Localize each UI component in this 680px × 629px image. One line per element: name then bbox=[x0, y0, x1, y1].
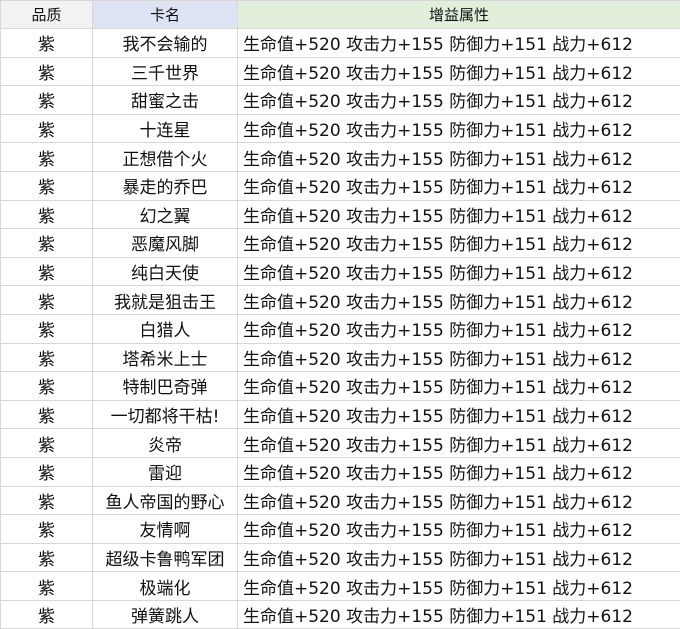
bonus-attributes-cell: 生命值+520 攻击力+155 防御力+151 战力+612 bbox=[237, 571, 680, 601]
card-name-cell: 十连星 bbox=[92, 113, 238, 144]
bonus-attributes-cell: 生命值+520 攻击力+155 防御力+151 战力+612 bbox=[237, 313, 680, 344]
quality-cell: 紫 bbox=[0, 485, 93, 516]
table-row: 紫正想借个火 生命值+520 攻击力+155 防御力+151 战力+612 bbox=[0, 142, 680, 172]
quality-cell: 紫 bbox=[0, 85, 93, 115]
bonus-attributes-cell: 生命值+520 攻击力+155 防御力+151 战力+612 bbox=[237, 28, 680, 58]
card-name-cell: 幻之翼 bbox=[92, 199, 238, 230]
bonus-attributes-cell: 生命值+520 攻击力+155 防御力+151 战力+612 bbox=[237, 399, 680, 430]
bonus-attributes-cell: 生命值+520 攻击力+155 防御力+151 战力+612 bbox=[237, 170, 680, 201]
table-row: 紫炎帝 生命值+520 攻击力+155 防御力+151 战力+612 bbox=[0, 428, 680, 458]
card-name-cell: 恶魔风脚 bbox=[92, 228, 238, 258]
quality-cell: 紫 bbox=[0, 142, 93, 172]
bonus-attributes-cell: 生命值+520 攻击力+155 防御力+151 战力+612 bbox=[237, 199, 680, 230]
card-name-cell: 甜蜜之击 bbox=[92, 85, 238, 115]
quality-cell: 紫 bbox=[0, 313, 93, 344]
table-row: 紫塔希米上士 生命值+520 攻击力+155 防御力+151 战力+612 bbox=[0, 342, 680, 373]
table-row: 紫纯白天使 生命值+520 攻击力+155 防御力+151 战力+612 bbox=[0, 256, 680, 287]
bonus-attributes-cell: 生命值+520 攻击力+155 防御力+151 战力+612 bbox=[237, 256, 680, 287]
quality-cell: 紫 bbox=[0, 514, 93, 544]
bonus-attributes-cell: 生命值+520 攻击力+155 防御力+151 战力+612 bbox=[237, 142, 680, 172]
table-row: 紫雷迎 生命值+520 攻击力+155 防御力+151 战力+612 bbox=[0, 456, 680, 487]
card-name-cell: 塔希米上士 bbox=[92, 342, 238, 373]
card-name-cell: 暴走的乔巴 bbox=[92, 170, 238, 201]
table-row: 紫一切都将干枯! 生命值+520 攻击力+155 防御力+151 战力+612 bbox=[0, 399, 680, 430]
quality-cell: 紫 bbox=[0, 28, 93, 58]
quality-cell: 紫 bbox=[0, 56, 93, 87]
header-bonus-attributes: 增益属性 bbox=[237, 0, 680, 29]
quality-cell: 紫 bbox=[0, 256, 93, 287]
bonus-attributes-cell: 生命值+520 攻击力+155 防御力+151 战力+612 bbox=[237, 428, 680, 458]
bonus-attributes-cell: 生命值+520 攻击力+155 防御力+151 战力+612 bbox=[237, 542, 680, 573]
bonus-attributes-cell: 生命值+520 攻击力+155 防御力+151 战力+612 bbox=[237, 285, 680, 315]
bonus-attributes-cell: 生命值+520 攻击力+155 防御力+151 战力+612 bbox=[237, 371, 680, 401]
table-row: 紫鱼人帝国的野心 生命值+520 攻击力+155 防御力+151 战力+612 bbox=[0, 485, 680, 516]
card-name-cell: 我不会输的 bbox=[92, 28, 238, 58]
bonus-attributes-cell: 生命值+520 攻击力+155 防御力+151 战力+612 bbox=[237, 56, 680, 87]
bonus-attributes-cell: 生命值+520 攻击力+155 防御力+151 战力+612 bbox=[237, 228, 680, 258]
table-row: 紫友情啊 生命值+520 攻击力+155 防御力+151 战力+612 bbox=[0, 514, 680, 544]
table-row: 紫白猎人 生命值+520 攻击力+155 防御力+151 战力+612 bbox=[0, 313, 680, 344]
table-row: 紫三千世界 生命值+520 攻击力+155 防御力+151 战力+612 bbox=[0, 56, 680, 87]
table-row: 紫特制巴奇弹 生命值+520 攻击力+155 防御力+151 战力+612 bbox=[0, 371, 680, 401]
card-name-cell: 炎帝 bbox=[92, 428, 238, 458]
quality-cell: 紫 bbox=[0, 456, 93, 487]
quality-cell: 紫 bbox=[0, 285, 93, 315]
card-name-cell: 一切都将干枯! bbox=[92, 399, 238, 430]
table-body: 紫我不会输的 生命值+520 攻击力+155 防御力+151 战力+612 紫三千世… bbox=[0, 28, 680, 629]
quality-cell: 紫 bbox=[0, 599, 93, 629]
card-name-cell: 正想借个火 bbox=[92, 142, 238, 172]
card-name-cell: 鱼人帝国的野心 bbox=[92, 485, 238, 516]
card-name-cell: 我就是狙击王 bbox=[92, 285, 238, 315]
card-name-cell: 纯白天使 bbox=[92, 256, 238, 287]
quality-cell: 紫 bbox=[0, 199, 93, 230]
header-card-name: 卡名 bbox=[92, 0, 238, 29]
bonus-attributes-cell: 生命值+520 攻击力+155 防御力+151 战力+612 bbox=[237, 342, 680, 373]
table-row: 紫我就是狙击王 生命值+520 攻击力+155 防御力+151 战力+612 bbox=[0, 285, 680, 315]
quality-cell: 紫 bbox=[0, 399, 93, 430]
quality-cell: 紫 bbox=[0, 113, 93, 144]
card-name-cell: 雷迎 bbox=[92, 456, 238, 487]
card-name-cell: 特制巴奇弹 bbox=[92, 371, 238, 401]
card-name-cell: 友情啊 bbox=[92, 514, 238, 544]
table-row: 紫极端化 生命值+520 攻击力+155 防御力+151 战力+612 bbox=[0, 571, 680, 601]
bonus-attributes-cell: 生命值+520 攻击力+155 防御力+151 战力+612 bbox=[237, 456, 680, 487]
bonus-attributes-cell: 生命值+520 攻击力+155 防御力+151 战力+612 bbox=[237, 85, 680, 115]
table-row: 紫我不会输的 生命值+520 攻击力+155 防御力+151 战力+612 bbox=[0, 28, 680, 58]
quality-cell: 紫 bbox=[0, 542, 93, 573]
header-row: 品质 卡名 增益属性 bbox=[0, 0, 680, 29]
quality-cell: 紫 bbox=[0, 571, 93, 601]
card-name-cell: 白猎人 bbox=[92, 313, 238, 344]
card-name-cell: 超级卡鲁鸭军团 bbox=[92, 542, 238, 573]
bonus-attributes-cell: 生命值+520 攻击力+155 防御力+151 战力+612 bbox=[237, 113, 680, 144]
table-row: 紫暴走的乔巴 生命值+520 攻击力+155 防御力+151 战力+612 bbox=[0, 170, 680, 201]
quality-cell: 紫 bbox=[0, 371, 93, 401]
card-name-cell: 弹簧跳人 bbox=[92, 599, 238, 629]
quality-cell: 紫 bbox=[0, 170, 93, 201]
table-row: 紫超级卡鲁鸭军团 生命值+520 攻击力+155 防御力+151 战力+612 bbox=[0, 542, 680, 573]
bonus-attributes-cell: 生命值+520 攻击力+155 防御力+151 战力+612 bbox=[237, 485, 680, 516]
table-row: 紫十连星 生命值+520 攻击力+155 防御力+151 战力+612 bbox=[0, 113, 680, 144]
header-quality: 品质 bbox=[0, 0, 93, 29]
table-row: 紫恶魔风脚 生命值+520 攻击力+155 防御力+151 战力+612 bbox=[0, 228, 680, 258]
quality-cell: 紫 bbox=[0, 228, 93, 258]
quality-cell: 紫 bbox=[0, 428, 93, 458]
table-row: 紫甜蜜之击 生命值+520 攻击力+155 防御力+151 战力+612 bbox=[0, 85, 680, 115]
table-row: 紫幻之翼 生命值+520 攻击力+155 防御力+151 战力+612 bbox=[0, 199, 680, 230]
bonus-attributes-cell: 生命值+520 攻击力+155 防御力+151 战力+612 bbox=[237, 514, 680, 544]
card-name-cell: 三千世界 bbox=[92, 56, 238, 87]
bonus-attributes-cell: 生命值+520 攻击力+155 防御力+151 战力+612 bbox=[237, 599, 680, 629]
quality-cell: 紫 bbox=[0, 342, 93, 373]
card-name-cell: 极端化 bbox=[92, 571, 238, 601]
table-row: 紫弹簧跳人 生命值+520 攻击力+155 防御力+151 战力+612 bbox=[0, 599, 680, 629]
card-bonus-table: 品质 卡名 增益属性 紫我不会输的 生命值+520 攻击力+155 防御力+151… bbox=[0, 0, 680, 629]
